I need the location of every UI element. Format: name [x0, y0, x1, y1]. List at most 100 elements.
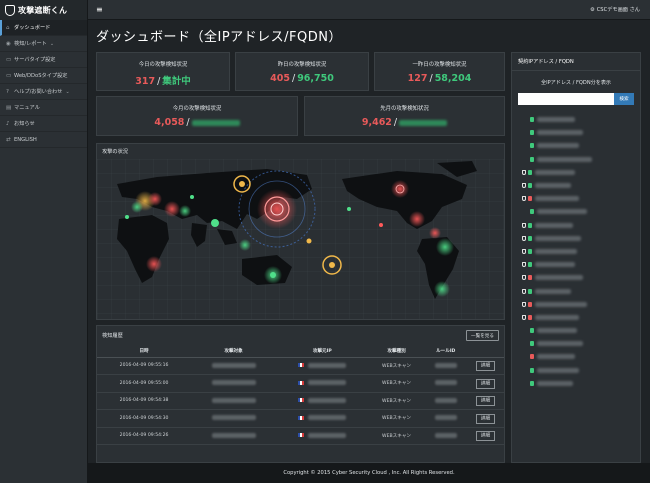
row-action: 詳細: [466, 427, 504, 445]
list-item[interactable]: [522, 205, 640, 218]
row-rule-id-redacted: [424, 427, 467, 445]
row-attack-type: WEBスキャン: [368, 374, 425, 393]
sidebar-item-5[interactable]: ▤ マニュアル: [0, 100, 87, 116]
row-target-redacted: [191, 357, 276, 375]
top-bar: ≡ ⚙ CSCデモ画面 さん: [88, 0, 650, 20]
server-icon: ▭: [6, 56, 12, 63]
eye-icon: ◉: [6, 40, 11, 47]
list-item[interactable]: [522, 350, 640, 363]
menu-toggle-icon[interactable]: ≡: [96, 5, 103, 14]
flag-icon: [298, 380, 305, 385]
row-time: 2016-04-09 09:55:16: [97, 357, 192, 375]
list-item[interactable]: [522, 377, 640, 390]
shield-icon: [522, 169, 526, 175]
list-item[interactable]: [522, 284, 640, 297]
shield-icon: [522, 275, 526, 281]
sidebar-item-label: ダッシュボード: [14, 25, 51, 31]
detail-button[interactable]: 詳細: [475, 378, 496, 389]
shield-icon: [5, 4, 15, 16]
detail-button[interactable]: 詳細: [475, 361, 496, 372]
col-target: 攻撃対象: [191, 345, 276, 358]
stat-day-before-label: 一昨日の攻撃検知状況: [412, 62, 467, 68]
question-icon: ?: [6, 88, 9, 95]
table-row: 2016-04-09 09:54:30 WEBスキャン 詳細: [97, 409, 504, 428]
row-target-redacted: [191, 409, 276, 428]
stat-this-month: 今月の攻撃検知状況 4,058/: [96, 96, 298, 136]
stat-yesterday-label: 昨日の攻撃検知状況: [277, 62, 327, 68]
lock-icon: [530, 367, 534, 373]
detail-button[interactable]: 詳細: [475, 413, 496, 424]
contract-show-all-link[interactable]: 全IPアドレス / FQDN分を表示: [512, 79, 640, 86]
sidebar-item-4[interactable]: ? ヘルプ/お問い合わせ ⌄: [0, 84, 87, 100]
domain-redacted: [537, 328, 577, 334]
sidebar-item-7[interactable]: ⇄ ENGLISH: [0, 132, 87, 148]
detail-button[interactable]: 詳細: [475, 396, 496, 407]
list-item[interactable]: [522, 337, 640, 350]
list-item[interactable]: [522, 153, 640, 166]
list-item[interactable]: [522, 258, 640, 271]
domain-redacted: [535, 183, 571, 189]
list-item[interactable]: [522, 166, 640, 179]
row-action: 詳細: [466, 357, 504, 375]
list-item[interactable]: [522, 192, 640, 205]
attack-map-panel: 攻撃の状況: [96, 143, 505, 320]
col-rule-id: ルールID: [424, 345, 467, 358]
sidebar: 攻撃遮断くん ⌂ ダッシュボード ◉ 検知/レポート ⌄ ▭ サーバタイプ設定 ▭ Web/DD…: [0, 0, 88, 483]
lock-icon: [528, 288, 532, 294]
stat-last-month-label: 先月の攻撃検知状況: [380, 106, 429, 112]
domain-redacted: [535, 301, 587, 307]
contract-search-input[interactable]: [518, 93, 614, 105]
lock-icon: [528, 196, 532, 202]
list-item[interactable]: [522, 324, 640, 337]
lock-icon: [530, 341, 534, 347]
row-target-redacted: [191, 374, 276, 393]
chevron-down-icon: ⌄: [49, 40, 55, 47]
list-item[interactable]: [522, 232, 640, 245]
row-source-ip: [276, 392, 369, 410]
row-attack-type: WEBスキャン: [368, 409, 425, 428]
list-item[interactable]: [522, 245, 640, 258]
lock-icon: [530, 328, 534, 334]
list-item[interactable]: [522, 271, 640, 284]
footer-copyright: Copyright © 2015 Cyber Security Cloud , …: [88, 463, 650, 483]
col-action: [466, 345, 504, 358]
sidebar-item-1[interactable]: ◉ 検知/レポート ⌄: [0, 36, 87, 52]
sidebar-item-3[interactable]: ▭ Web/DDoSタイプ設定: [0, 68, 87, 84]
shield-icon: [522, 235, 526, 241]
stat-yesterday: 昨日の攻撃検知状況 405/96,750: [235, 52, 369, 91]
domain-redacted: [535, 288, 571, 294]
detail-button[interactable]: 詳細: [475, 431, 496, 442]
row-target-redacted: [191, 427, 276, 445]
sidebar-item-2[interactable]: ▭ サーバタイプ設定: [0, 52, 87, 68]
domain-redacted: [535, 222, 573, 228]
sidebar-nav: ⌂ ダッシュボード ◉ 検知/レポート ⌄ ▭ サーバタイプ設定 ▭ Web/DDoSタイプ設定…: [0, 20, 87, 148]
sidebar-item-6[interactable]: ♪ お知らせ: [0, 116, 87, 132]
list-item[interactable]: [522, 113, 640, 126]
app-logo[interactable]: 攻撃遮断くん: [0, 0, 87, 20]
list-item[interactable]: [522, 139, 640, 152]
attack-map-title: 攻撃の状況: [102, 149, 128, 155]
list-item[interactable]: [522, 126, 640, 139]
list-item[interactable]: [522, 364, 640, 377]
domain-redacted: [535, 275, 583, 281]
lock-icon: [528, 169, 532, 175]
home-icon: ⌂: [6, 24, 10, 31]
shield-icon: [522, 222, 526, 228]
sidebar-item-0[interactable]: ⌂ ダッシュボード: [0, 20, 87, 36]
lock-icon: [530, 130, 534, 136]
list-item[interactable]: [522, 179, 640, 192]
user-menu[interactable]: ⚙ CSCデモ画面 さん: [590, 6, 640, 14]
list-item[interactable]: [522, 311, 640, 324]
world-attack-map[interactable]: [97, 159, 504, 319]
sidebar-item-label: サーバタイプ設定: [14, 57, 56, 63]
contract-search-button[interactable]: 検索: [614, 93, 634, 105]
app-logo-text: 攻撃遮断くん: [18, 5, 68, 15]
view-all-button[interactable]: 一覧を見る: [466, 330, 499, 341]
list-item[interactable]: [522, 298, 640, 311]
domain-redacted: [537, 117, 575, 123]
domain-redacted: [535, 169, 575, 175]
flag-icon: [298, 398, 305, 403]
flag-icon: [298, 363, 305, 368]
row-action: 詳細: [466, 374, 504, 393]
list-item[interactable]: [522, 219, 640, 232]
